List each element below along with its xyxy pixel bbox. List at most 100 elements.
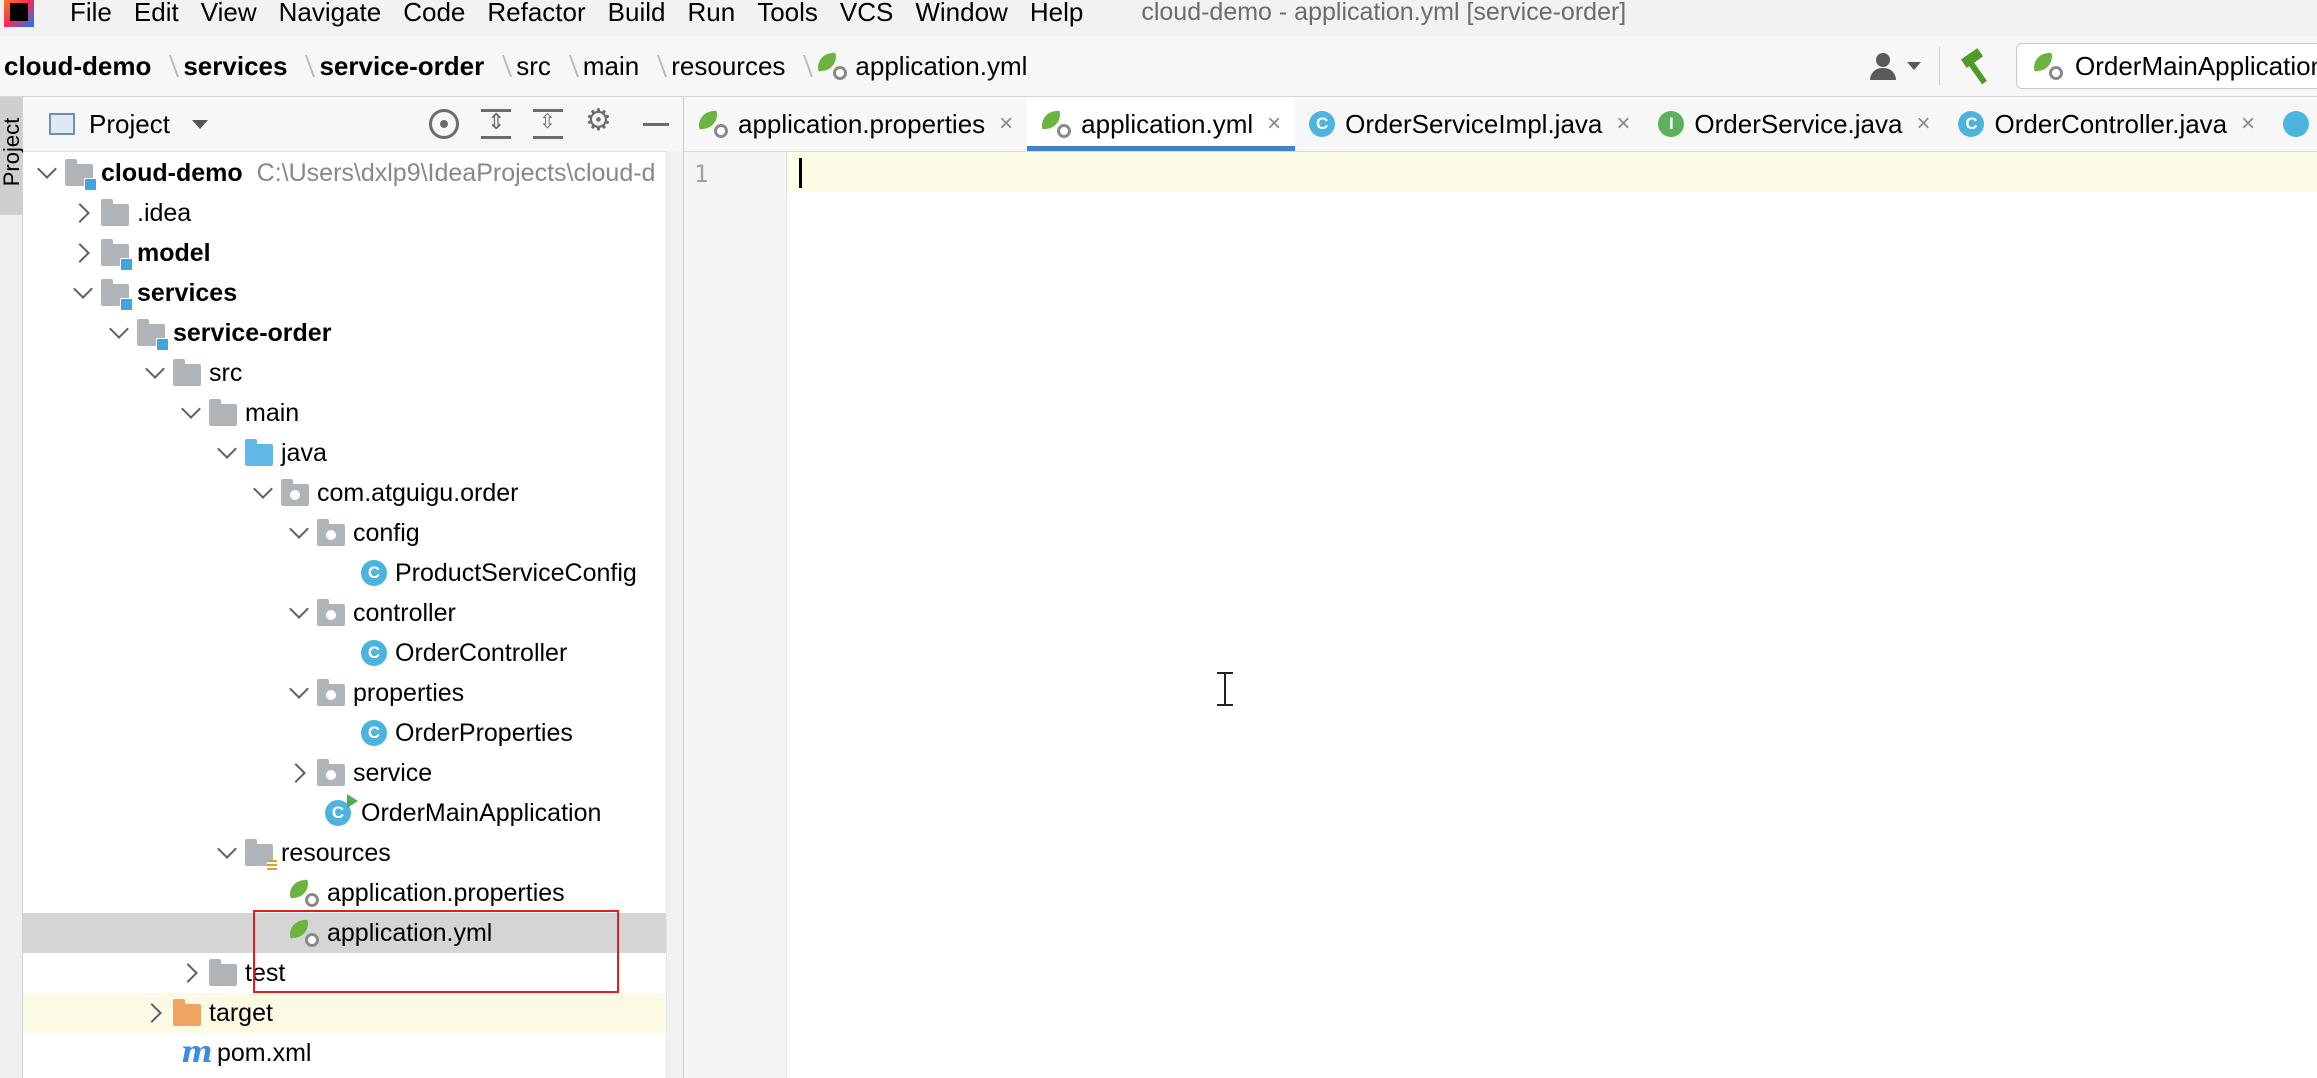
close-icon[interactable]: × [999, 110, 1013, 138]
spring-config-icon [289, 919, 319, 947]
tree-row-service[interactable]: service [23, 753, 683, 793]
project-view-selector[interactable]: Project [89, 109, 170, 140]
tree-row-ordercontroller[interactable]: C OrderController [23, 633, 683, 673]
menu-run[interactable]: Run [687, 0, 735, 30]
close-icon[interactable]: × [2241, 110, 2255, 138]
run-configuration-selector[interactable]: OrderMainApplication [2016, 43, 2317, 89]
class-icon: C [361, 560, 387, 586]
breadcrumb-resources[interactable]: resources [671, 51, 785, 82]
menu-file[interactable]: File [70, 0, 112, 30]
menu-tools[interactable]: Tools [757, 0, 818, 30]
user-icon[interactable] [1867, 52, 1899, 80]
tab-application-properties[interactable]: application.properties × [684, 97, 1027, 151]
menu-navigate[interactable]: Navigate [279, 0, 382, 30]
tree-row-orderproperties[interactable]: C OrderProperties [23, 713, 683, 753]
project-tool-window-button[interactable]: Project [0, 97, 24, 215]
chevron-down-icon[interactable] [191, 119, 208, 129]
menu-view[interactable]: View [201, 0, 257, 30]
breadcrumb-application-yml[interactable]: application.yml [817, 51, 1027, 82]
menu-vcs[interactable]: VCS [840, 0, 893, 30]
hide-icon[interactable] [643, 122, 669, 126]
tree-row-ordermainapplication[interactable]: C OrderMainApplication [23, 793, 683, 833]
menu-refactor[interactable]: Refactor [487, 0, 585, 30]
chevron-right-icon[interactable] [289, 753, 309, 793]
close-icon[interactable]: × [1916, 110, 1930, 138]
tree-row-target[interactable]: target [23, 993, 683, 1033]
tree-row-idea[interactable]: .idea [23, 193, 683, 233]
chevron-down-icon[interactable] [289, 513, 309, 553]
tree-row-model[interactable]: model [23, 233, 683, 273]
chevron-right-icon[interactable] [145, 993, 165, 1033]
tree-row-java[interactable]: java [23, 433, 683, 473]
breadcrumb-src[interactable]: src [516, 51, 551, 82]
breadcrumb-separator [643, 55, 668, 77]
menu-build[interactable]: Build [608, 0, 666, 30]
chevron-down-icon[interactable] [37, 153, 57, 193]
chevron-right-icon[interactable] [73, 193, 93, 233]
tree-label: service-order [173, 318, 332, 347]
code-editor[interactable] [787, 152, 2317, 1078]
close-icon[interactable]: × [1267, 110, 1281, 138]
hammer-icon[interactable] [1958, 49, 1992, 83]
chevron-down-icon[interactable] [253, 473, 273, 513]
tree-row-cloud-demo[interactable]: cloud-demo C:\Users\dxlp9\IdeaProjects\c… [23, 153, 683, 193]
tree-row-main[interactable]: main [23, 393, 683, 433]
tab-orderservice-java[interactable]: I OrderService.java × [1644, 97, 1944, 151]
tree-row-services[interactable]: services [23, 273, 683, 313]
project-panel: Project cloud-demo C:\Users\dxlp9\IdeaPr… [23, 97, 684, 1078]
tree-row-service-order[interactable]: service-order [23, 313, 683, 353]
tree-row-test[interactable]: test [23, 953, 683, 993]
menu-edit[interactable]: Edit [134, 0, 179, 30]
chevron-right-icon[interactable] [73, 233, 93, 273]
expand-all-icon[interactable] [481, 109, 511, 139]
chevron-down-icon[interactable] [289, 673, 309, 713]
chevron-down-icon[interactable] [145, 353, 165, 393]
tree-row-pom-xml[interactable]: m pom.xml [23, 1033, 683, 1073]
tree-label: service [353, 758, 433, 787]
chevron-down-icon[interactable] [1907, 62, 1921, 70]
menu-code[interactable]: Code [403, 0, 465, 30]
breadcrumb-services[interactable]: services [183, 51, 287, 82]
module-badge-icon [156, 338, 169, 351]
tab-application-yml[interactable]: application.yml × [1027, 97, 1296, 151]
chevron-down-icon[interactable] [181, 393, 201, 433]
tree-row-config[interactable]: config [23, 513, 683, 553]
folder-icon [209, 399, 237, 426]
tab-ordercontroller-java[interactable]: C OrderController.java × [1944, 97, 2269, 151]
tree-row-src[interactable]: src [23, 353, 683, 393]
chevron-down-icon[interactable] [73, 273, 93, 313]
menu-help[interactable]: Help [1030, 0, 1083, 30]
class-icon: C [1958, 111, 1985, 137]
breadcrumb-cloud-demo[interactable]: cloud-demo [4, 51, 151, 82]
tree-label: cloud-demo [101, 158, 243, 187]
tree-scrollbar[interactable] [666, 151, 683, 1078]
breadcrumb-main[interactable]: main [583, 51, 639, 82]
breadcrumb-service-order[interactable]: service-order [319, 51, 484, 82]
tab-overflow[interactable] [2269, 97, 2317, 151]
tree-row-controller[interactable]: controller [23, 593, 683, 633]
gear-icon[interactable] [585, 103, 615, 139]
tree-label: pom.xml [217, 1038, 312, 1067]
collapse-all-icon[interactable] [533, 109, 563, 139]
source-folder-icon [245, 439, 273, 466]
tree-label: src [209, 358, 243, 387]
menu-window[interactable]: Window [915, 0, 1007, 30]
tree-label: config [353, 518, 420, 547]
tree-row-package-order[interactable]: com.atguigu.order [23, 473, 683, 513]
chevron-down-icon[interactable] [109, 313, 129, 353]
tree-row-application-yml[interactable]: application.yml [23, 913, 683, 953]
chevron-down-icon[interactable] [217, 833, 237, 873]
tree-row-resources[interactable]: resources [23, 833, 683, 873]
tree-row-properties[interactable]: properties [23, 673, 683, 713]
tab-orderserviceimpl-java[interactable]: C OrderServiceImpl.java × [1295, 97, 1644, 151]
chevron-right-icon[interactable] [181, 953, 201, 993]
tree-label: model [137, 238, 211, 267]
tree-row-application-properties[interactable]: application.properties [23, 873, 683, 913]
tree-row-productserviceconfig[interactable]: C ProductServiceConfig [23, 553, 683, 593]
chevron-down-icon[interactable] [289, 593, 309, 633]
toolbar-right: OrderMainApplication [1867, 36, 2317, 96]
chevron-down-icon[interactable] [217, 433, 237, 473]
current-line-highlight [787, 152, 2317, 192]
locate-icon[interactable] [429, 109, 459, 139]
close-icon[interactable]: × [1616, 110, 1630, 138]
